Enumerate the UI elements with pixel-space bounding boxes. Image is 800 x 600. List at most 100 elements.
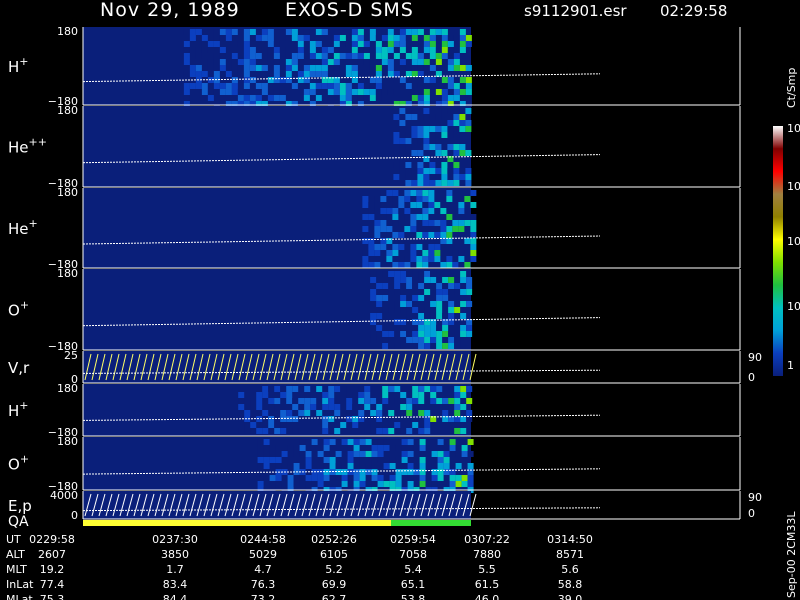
pixel — [411, 53, 418, 59]
pixel — [279, 95, 286, 101]
pixel — [400, 271, 407, 277]
pixel — [351, 47, 358, 53]
panel-label: V,r — [8, 359, 30, 377]
pixel — [273, 71, 280, 77]
pixel — [405, 180, 412, 186]
pixel — [376, 398, 383, 404]
pixel — [225, 83, 232, 89]
pixel — [400, 428, 407, 434]
pixel — [429, 41, 436, 47]
pixel — [388, 271, 395, 277]
pixel — [399, 108, 406, 114]
pixel — [430, 331, 437, 337]
pixel — [416, 244, 423, 250]
pixel — [434, 232, 441, 238]
pixel — [417, 180, 424, 186]
pixel — [285, 59, 292, 65]
pixel — [382, 295, 389, 301]
pixel — [347, 457, 354, 463]
pixel — [303, 71, 310, 77]
pixel — [328, 398, 335, 404]
pixel — [374, 220, 381, 226]
pixel — [411, 83, 418, 89]
ephemeris-row-label: MLT — [6, 563, 27, 576]
pixel — [393, 29, 400, 35]
pixel — [293, 463, 300, 469]
pixel — [346, 392, 353, 398]
pixel — [393, 114, 400, 120]
pixel — [459, 35, 466, 41]
pixel — [410, 202, 417, 208]
pixel — [412, 301, 419, 307]
pixel — [304, 398, 311, 404]
pixel — [201, 47, 208, 53]
pixel — [455, 445, 462, 451]
pixel — [387, 47, 394, 53]
ephemeris-cell: 0307:22 — [464, 533, 510, 546]
pixel — [404, 214, 411, 220]
pixel — [243, 77, 250, 83]
pixel — [459, 168, 466, 174]
pixel — [447, 65, 454, 71]
pixel — [369, 35, 376, 41]
pixel — [416, 202, 423, 208]
pixel — [407, 481, 414, 487]
pixel — [207, 95, 214, 101]
pixel — [437, 439, 444, 445]
pixel — [411, 132, 418, 138]
pixel — [460, 313, 467, 319]
pixel — [280, 386, 287, 392]
pixel — [339, 95, 346, 101]
pixel — [321, 95, 328, 101]
pixel — [375, 41, 382, 47]
pixel — [422, 256, 429, 262]
pixel — [381, 29, 388, 35]
pixel — [388, 386, 395, 392]
ephemeris-cell: 0244:58 — [240, 533, 286, 546]
ephemeris-cell: 0237:30 — [152, 533, 198, 546]
colorbar: Ct/Smp 10⁴ 10³ 100 10 1 — [773, 68, 800, 376]
pixel — [207, 65, 214, 71]
pixel — [413, 469, 420, 475]
pixel — [417, 126, 424, 132]
pixel — [470, 202, 477, 208]
header-file: s9112901.esr — [524, 2, 627, 20]
pixel — [255, 83, 262, 89]
pixel — [183, 89, 190, 95]
pixel — [291, 35, 298, 41]
pixel — [393, 174, 400, 180]
pixel — [262, 422, 269, 428]
pixel — [448, 283, 455, 289]
pixel — [340, 422, 347, 428]
pixel — [400, 319, 407, 325]
pixel — [274, 422, 281, 428]
pixel — [256, 392, 263, 398]
pixel — [392, 196, 399, 202]
pixel — [441, 180, 448, 186]
pixel — [464, 238, 471, 244]
pixel — [262, 386, 269, 392]
pixel — [262, 392, 269, 398]
pixel — [261, 53, 268, 59]
pixel — [292, 404, 299, 410]
pixel — [286, 392, 293, 398]
pixel — [274, 386, 281, 392]
pixel — [389, 445, 396, 451]
pixel — [207, 89, 214, 95]
pixel — [453, 114, 460, 120]
pixel — [369, 83, 376, 89]
pixel — [273, 53, 280, 59]
pixel — [376, 422, 383, 428]
pixel — [304, 386, 311, 392]
pixel — [417, 59, 424, 65]
pixel — [309, 71, 316, 77]
ephemeris-cell: 5.6 — [561, 563, 579, 576]
pixel — [435, 144, 442, 150]
pixel — [410, 214, 417, 220]
pixel — [371, 469, 378, 475]
pixel — [470, 238, 477, 244]
pixel — [261, 29, 268, 35]
ephemeris-cell: 3850 — [161, 548, 189, 561]
ephemeris-cell: 8571 — [556, 548, 584, 561]
pixel — [249, 29, 256, 35]
